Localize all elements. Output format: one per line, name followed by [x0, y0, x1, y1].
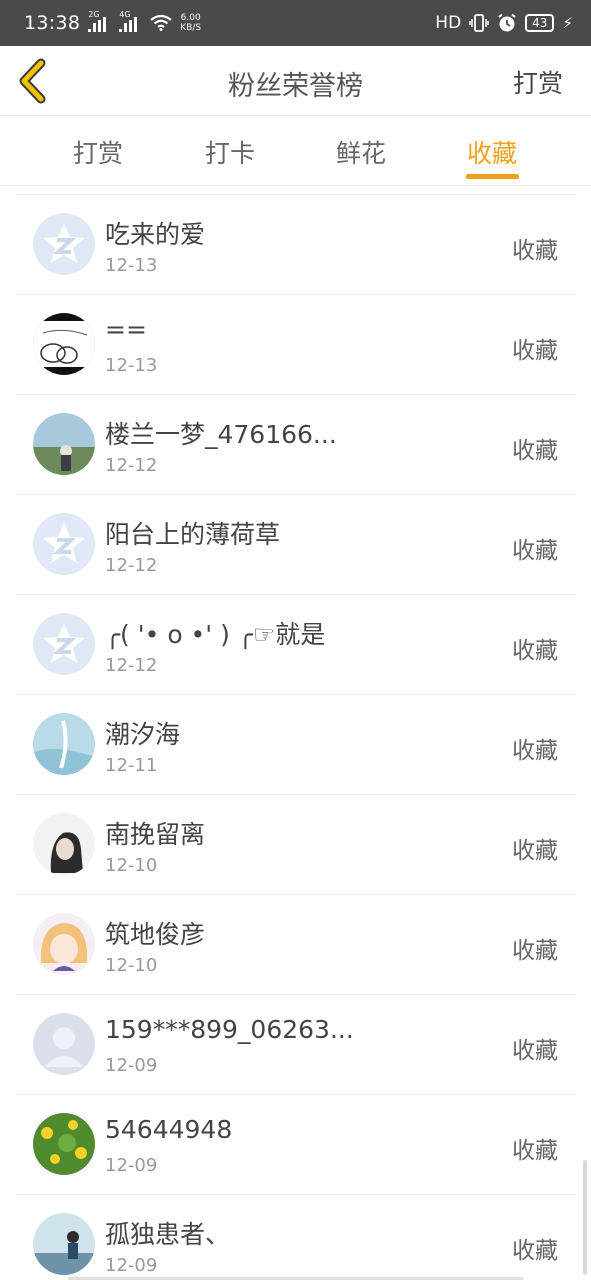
list-item[interactable]: 楼兰一梦_476166... 12-12 收藏	[16, 395, 575, 495]
default-person-avatar-icon	[33, 1013, 95, 1075]
item-date: 12-11	[105, 755, 158, 776]
sketch-avatar-icon	[33, 313, 95, 375]
scrollbar[interactable]	[583, 1160, 587, 1275]
default-star-avatar-icon	[33, 513, 95, 575]
user-name: 筑地俊彦	[105, 920, 206, 949]
favorite-label: 收藏	[512, 638, 558, 664]
charging-icon: ⚡	[562, 14, 573, 32]
item-date: 12-12	[105, 455, 158, 476]
user-name: 潮汐海	[105, 720, 181, 749]
signal-4g-icon: 4G	[119, 10, 142, 32]
favorite-label: 收藏	[512, 738, 558, 764]
tab-favorites[interactable]: 收藏	[452, 134, 532, 170]
status-time: 13:38	[24, 12, 81, 34]
user-name: ==	[105, 315, 147, 344]
favorite-label: 收藏	[512, 438, 558, 464]
list-item[interactable]: 筑地俊彦 12-10 收藏	[16, 895, 575, 995]
fan-list: 吃来的爱 12-13 收藏 == 12-13 收藏 楼兰一梦_476166...…	[16, 194, 575, 1280]
alarm-icon	[498, 13, 516, 32]
net-label-2g: 2G	[88, 10, 100, 19]
net-label-4g: 4G	[119, 10, 131, 19]
favorite-label: 收藏	[512, 1138, 558, 1164]
status-bar: 13:38 2G 4G 6.00 KB/S HD 43 ⚡	[0, 0, 591, 46]
photo-avatar-icon	[33, 813, 95, 875]
app-header: 粉丝荣誉榜 打赏	[0, 46, 591, 116]
battery-icon: 43	[525, 14, 555, 32]
speed-unit: KB/S	[180, 23, 202, 33]
network-speed: 6.00 KB/S	[180, 13, 201, 33]
item-date: 12-13	[105, 355, 158, 376]
favorite-label: 收藏	[512, 538, 558, 564]
default-star-avatar-icon	[33, 213, 95, 275]
item-date: 12-10	[105, 955, 158, 976]
vibrate-icon	[469, 14, 489, 32]
list-item[interactable]: == 12-13 收藏	[16, 295, 575, 395]
list-item[interactable]: 吃来的爱 12-13 收藏	[16, 195, 575, 295]
favorite-label: 收藏	[512, 1238, 558, 1264]
favorite-label: 收藏	[512, 938, 558, 964]
default-star-avatar-icon	[33, 613, 95, 675]
active-tab-indicator	[466, 174, 519, 179]
list-item[interactable]: 南挽留离 12-10 收藏	[16, 795, 575, 895]
favorite-label: 收藏	[512, 838, 558, 864]
page-title: 粉丝荣誉榜	[228, 71, 363, 102]
item-date: 12-13	[105, 255, 158, 276]
user-name: 南挽留离	[105, 820, 206, 849]
user-name: 54644948	[105, 1115, 233, 1144]
list-item[interactable]: ╭( '• o •' ) ╭☞就是 12-12 收藏	[16, 595, 575, 695]
user-name: 孤独患者、	[105, 1220, 231, 1249]
item-date: 12-10	[105, 855, 158, 876]
favorite-label: 收藏	[512, 1038, 558, 1064]
item-date: 12-09	[105, 1255, 158, 1276]
item-date: 12-09	[105, 1055, 158, 1076]
user-name: 楼兰一梦_476166...	[105, 420, 337, 449]
item-date: 12-09	[105, 1155, 158, 1176]
item-date: 12-12	[105, 655, 158, 676]
photo-avatar-icon	[33, 713, 95, 775]
list-item[interactable]: 159***899_06263... 12-09 收藏	[16, 995, 575, 1095]
signal-2g-icon: 2G	[88, 10, 111, 32]
photo-avatar-icon	[33, 1113, 95, 1175]
tab-checkin[interactable]: 打卡	[190, 134, 270, 170]
wifi-icon	[150, 15, 172, 31]
photo-avatar-icon	[33, 413, 95, 475]
user-name: 159***899_06263...	[105, 1015, 354, 1044]
list-item[interactable]: 阳台上的薄荷草 12-12 收藏	[16, 495, 575, 595]
tab-flowers[interactable]: 鲜花	[321, 134, 401, 170]
list-item[interactable]: 潮汐海 12-11 收藏	[16, 695, 575, 795]
favorite-label: 收藏	[512, 338, 558, 364]
user-name: ╭( '• o •' ) ╭☞就是	[105, 620, 326, 649]
favorite-label: 收藏	[512, 238, 558, 264]
tab-reward[interactable]: 打赏	[58, 134, 138, 170]
list-item[interactable]: 孤独患者、 12-09 收藏	[16, 1195, 575, 1280]
user-name: 阳台上的薄荷草	[105, 520, 281, 549]
reward-button[interactable]: 打赏	[513, 64, 563, 100]
list-item[interactable]: 54644948 12-09 收藏	[16, 1095, 575, 1195]
anime-avatar-icon	[33, 913, 95, 975]
speed-value: 6.00	[180, 13, 201, 23]
user-name: 吃来的爱	[105, 220, 206, 249]
hd-indicator: HD	[435, 13, 462, 33]
photo-avatar-icon	[33, 1213, 95, 1275]
item-date: 12-12	[105, 555, 158, 576]
